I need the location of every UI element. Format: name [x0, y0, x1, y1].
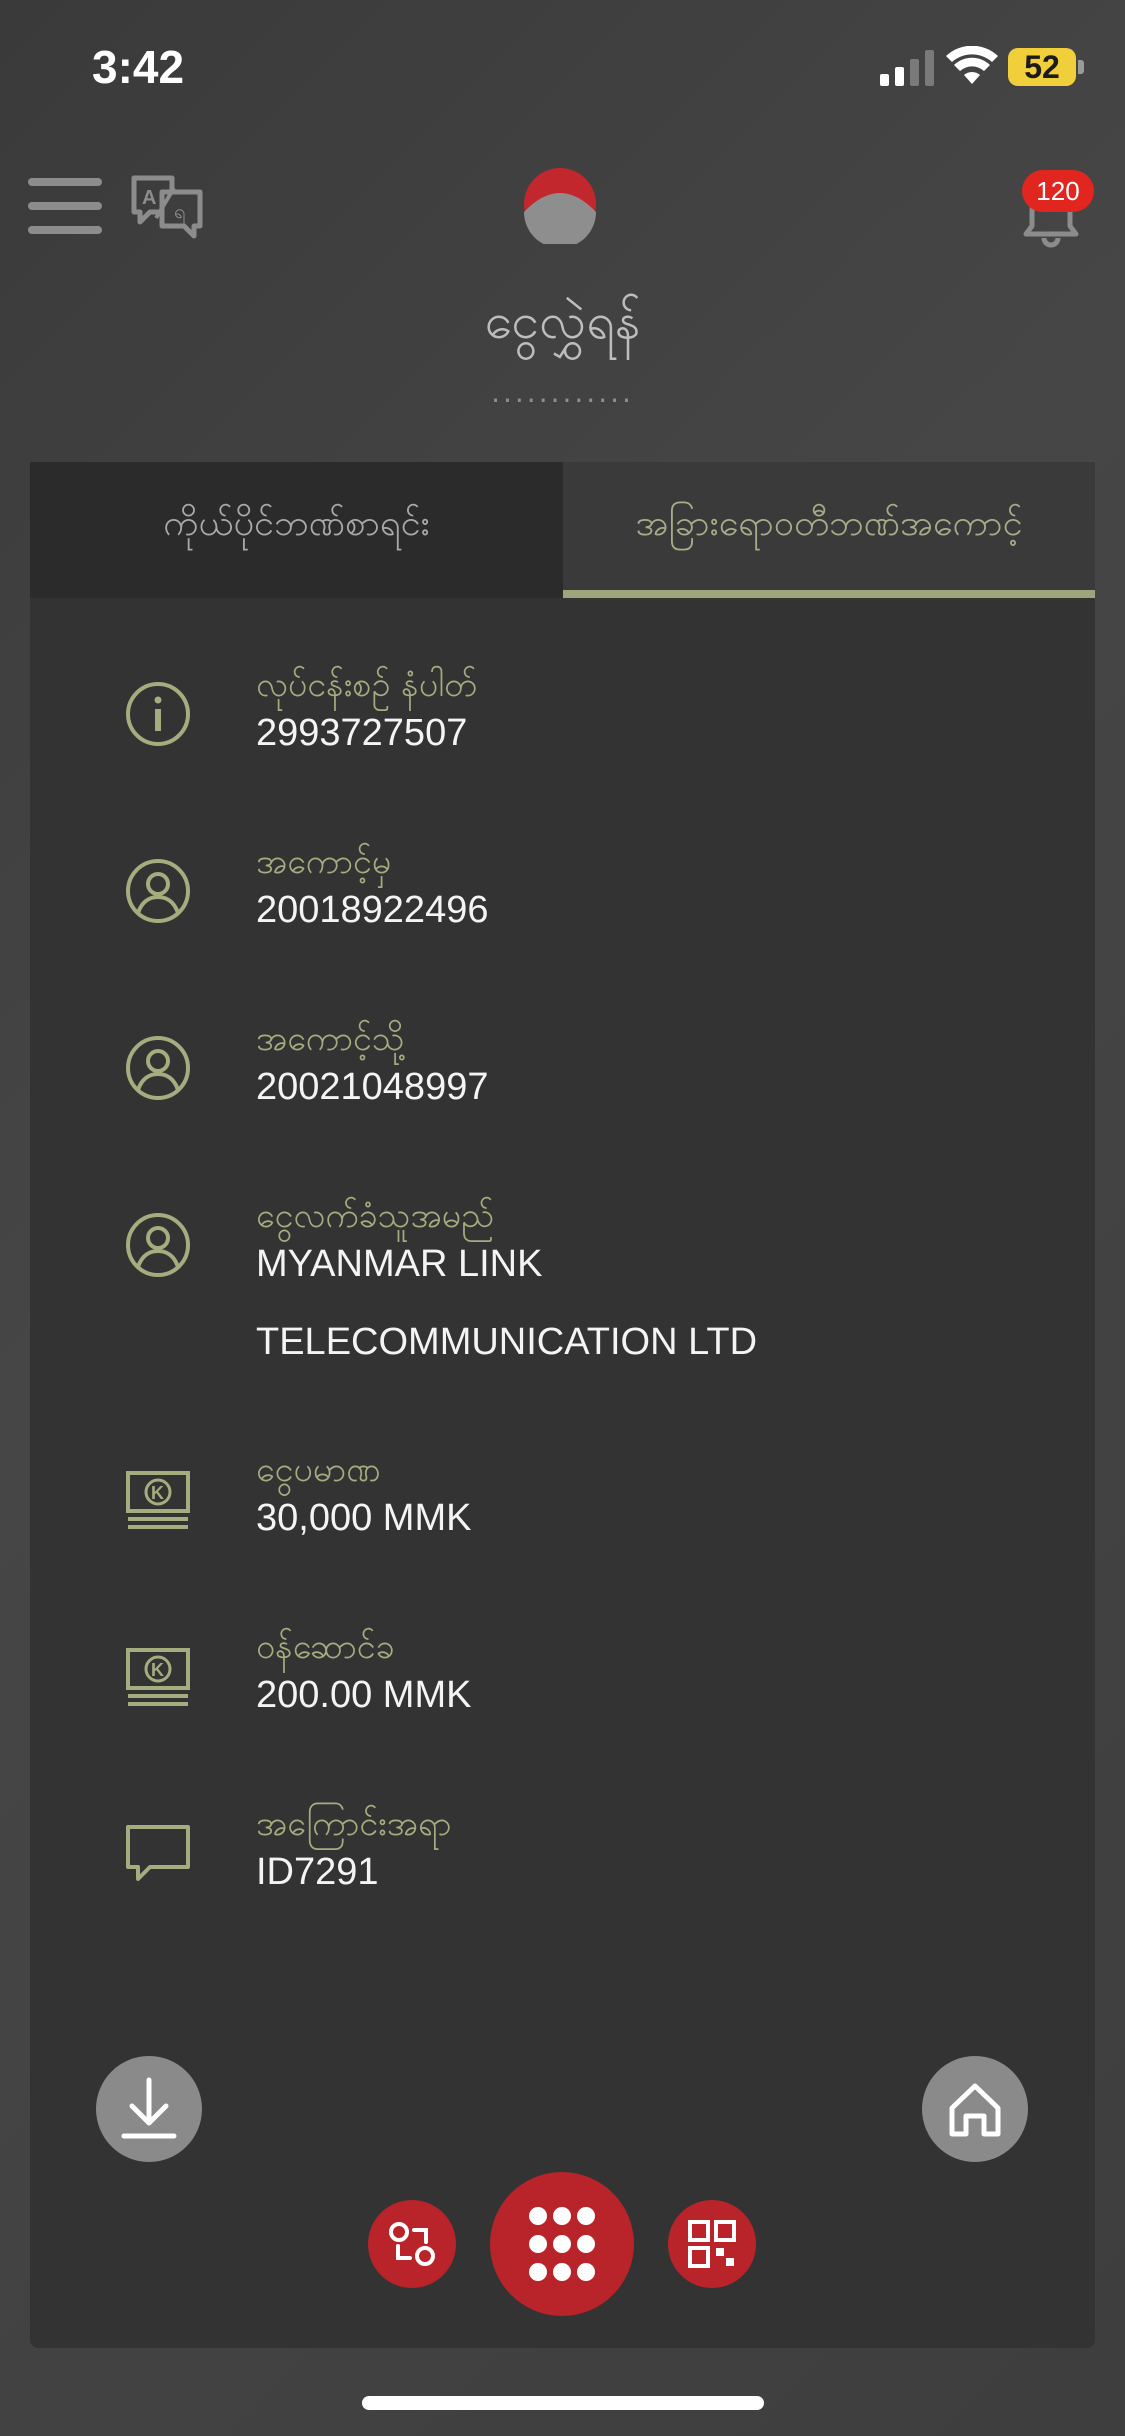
qr-scan-button[interactable]: [668, 2200, 756, 2288]
detail-label: ဝန်ဆောင်ခ: [256, 1627, 395, 1667]
battery-indicator: 52: [1008, 48, 1076, 86]
main-menu-button[interactable]: [490, 2172, 634, 2316]
detail-label: အကောင့်မှ: [256, 842, 392, 882]
comment-icon: [126, 1825, 190, 1881]
detail-label: ငွေပမာဏ: [256, 1450, 381, 1490]
user-icon: [126, 1213, 190, 1277]
detail-label: အကြောင်းအရာ: [256, 1804, 452, 1844]
detail-label: ငွေလက်ခံသူအမည်: [256, 1196, 494, 1236]
hamburger-menu-icon[interactable]: [28, 178, 102, 234]
svg-text:K: K: [151, 1483, 164, 1503]
tab-own-account[interactable]: ကိုယ်ပိုင်ဘဏ်စာရင်း: [30, 462, 563, 598]
page-subtitle: ............: [491, 376, 634, 409]
detail-value: 200.00 MMK: [256, 1674, 472, 1716]
detail-value: 20018922496: [256, 889, 489, 931]
transfer-swap-icon: [389, 2222, 435, 2266]
notification-count-badge: 120: [1022, 170, 1094, 212]
home-button[interactable]: [922, 2056, 1028, 2162]
user-icon: [126, 859, 190, 923]
language-switch-icon[interactable]: A ရ: [128, 172, 206, 242]
download-icon: [121, 2077, 177, 2139]
transfer-button[interactable]: [368, 2200, 456, 2288]
detail-value: MYANMAR LINK: [256, 1243, 543, 1285]
status-bar: 3:42 52: [0, 0, 1125, 140]
svg-text:K: K: [151, 1660, 164, 1680]
detail-label: အကောင့်သို့: [256, 1019, 405, 1059]
download-button[interactable]: [96, 2056, 202, 2162]
detail-value: ID7291: [256, 1851, 379, 1893]
grid-menu-icon: [529, 2207, 595, 2281]
detail-label: လုပ်ငန်းစဉ် နံပါတ်: [256, 665, 478, 705]
svg-text:A: A: [142, 187, 156, 209]
detail-value: 2993727507: [256, 712, 468, 754]
status-time: 3:42: [92, 41, 185, 93]
page-title: ငွေလွှဲရန်: [484, 292, 641, 350]
qr-code-icon: [688, 2220, 736, 2268]
svg-text:ရ: ရ: [174, 199, 186, 227]
wifi-icon: [946, 46, 998, 84]
info-icon: [126, 682, 190, 746]
cellular-signal-icon: [880, 50, 934, 86]
bank-logo: [524, 168, 596, 244]
home-icon: [949, 2083, 1001, 2137]
home-indicator-bar: [362, 2396, 764, 2410]
tab-other-account[interactable]: အခြားရောဝတီဘဏ်အကောင့်: [563, 462, 1095, 598]
app-header: A ရ 120 ငွေလွှဲရန် ............: [0, 140, 1125, 440]
detail-value: 30,000 MMK: [256, 1497, 472, 1539]
account-type-tabs: ကိုယ်ပိုင်ဘဏ်စာရင်း အခြားရောဝတီဘဏ်အကောင့…: [30, 462, 1095, 598]
money-icon: K: [126, 1648, 190, 1706]
detail-value-line-2: TELECOMMUNICATION LTD: [256, 1321, 758, 1363]
active-tab-indicator: [563, 590, 1095, 598]
money-icon: K: [126, 1471, 190, 1529]
detail-value: 20021048997: [256, 1066, 489, 1108]
user-icon: [126, 1036, 190, 1100]
battery-cap: [1078, 60, 1084, 74]
